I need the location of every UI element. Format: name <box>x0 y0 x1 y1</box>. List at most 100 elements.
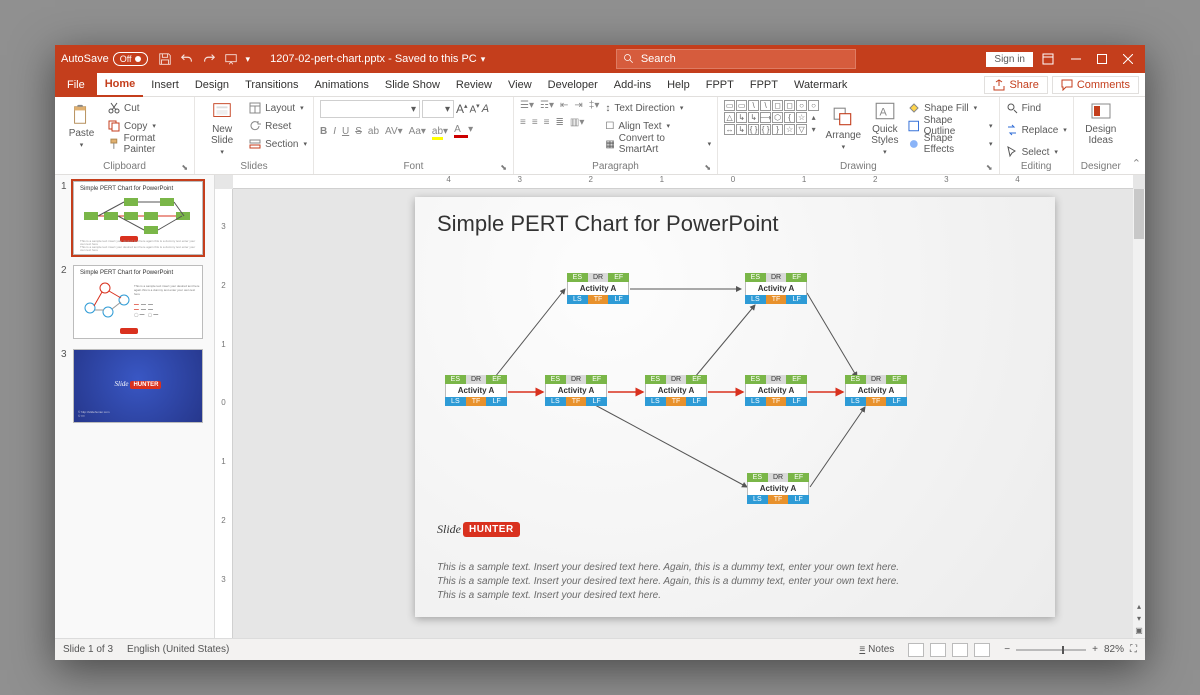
quick-styles-button[interactable]: A Quick Styles▾ <box>868 100 903 156</box>
share-button[interactable]: Share <box>984 76 1047 94</box>
search-box[interactable]: Search <box>616 49 856 69</box>
indent-inc-button[interactable]: ⇥ <box>574 100 582 111</box>
thumbnail-2[interactable]: 2 Simple PERT Chart for PowerPoint This … <box>61 265 208 339</box>
reset-button[interactable]: Reset <box>249 118 307 134</box>
comments-button[interactable]: Comments <box>1052 76 1139 94</box>
qa-more-icon[interactable]: ▾ <box>246 54 251 65</box>
tab-review[interactable]: Review <box>448 73 500 97</box>
layout-button[interactable]: Layout▾ <box>249 100 307 116</box>
shape-outline-button[interactable]: Shape Outline▾ <box>908 118 992 134</box>
tab-help[interactable]: Help <box>659 73 698 97</box>
thumbnail-3[interactable]: 3 Slide HUNTER © http://slidehunter.com©… <box>61 349 208 423</box>
sample-text[interactable]: This is a sample text. Insert your desir… <box>437 561 1033 603</box>
pert-node[interactable]: ESDREFActivity ALSTFLF <box>545 375 607 406</box>
align-text-button[interactable]: ☐Align Text▾ <box>605 118 711 134</box>
strike-button[interactable]: S <box>355 126 362 137</box>
shrink-font-button[interactable]: A▾ <box>470 102 480 115</box>
collapse-ribbon-button[interactable]: ⌃ <box>1128 97 1145 174</box>
language[interactable]: English (United States) <box>127 644 229 655</box>
pert-node[interactable]: ESDREFActivity ALSTFLF <box>445 375 507 406</box>
tab-home[interactable]: Home <box>97 73 144 97</box>
copy-button[interactable]: Copy▾ <box>108 118 188 134</box>
spacing-button[interactable]: AV▾ <box>385 126 403 137</box>
design-ideas-button[interactable]: Design Ideas <box>1080 100 1122 146</box>
pert-node[interactable]: ESDREFActivity ALSTFLF <box>567 273 629 304</box>
zoom-value[interactable]: 82% <box>1104 644 1124 655</box>
slide-canvas[interactable]: Simple PERT Chart for PowerPoint <box>415 197 1055 617</box>
cut-button[interactable]: Cut <box>108 100 188 116</box>
normal-view-button[interactable] <box>908 643 924 657</box>
tab-view[interactable]: View <box>500 73 540 97</box>
notes-button[interactable]: ≡Notes <box>859 644 894 655</box>
tab-watermark[interactable]: Watermark <box>786 73 855 97</box>
italic-button[interactable]: I <box>333 126 336 137</box>
align-left-button[interactable]: ≡ <box>520 117 526 128</box>
indent-dec-button[interactable]: ⇤ <box>560 100 568 111</box>
tab-design[interactable]: Design <box>187 73 237 97</box>
text-direction-button[interactable]: ↕Text Direction▾ <box>605 100 711 116</box>
slideshow-view-button[interactable] <box>974 643 990 657</box>
tab-addins[interactable]: Add-ins <box>606 73 659 97</box>
align-right-button[interactable]: ≡ <box>544 117 550 128</box>
highlight-button[interactable]: ab▾ <box>432 126 448 137</box>
bold-button[interactable]: B <box>320 126 327 137</box>
zoom-out-button[interactable]: − <box>1004 644 1010 655</box>
shapes-gallery[interactable]: ▭▭\\◻◻○○ △↳↳⟶⬡{☆▴ ↔↳{ }{ }}☆▽▾ <box>724 100 819 156</box>
minimize-button[interactable] <box>1071 54 1081 64</box>
tab-fppt1[interactable]: FPPT <box>698 73 742 97</box>
align-center-button[interactable]: ≡ <box>532 117 538 128</box>
start-slideshow-icon[interactable] <box>224 52 238 66</box>
zoom-in-button[interactable]: + <box>1092 644 1098 655</box>
undo-icon[interactable] <box>180 52 194 66</box>
tab-slideshow[interactable]: Slide Show <box>377 73 448 97</box>
pert-node[interactable]: ESDREFActivity ALSTFLF <box>845 375 907 406</box>
slide-count[interactable]: Slide 1 of 3 <box>63 644 113 655</box>
tab-file[interactable]: File <box>55 73 97 97</box>
underline-button[interactable]: U <box>342 126 349 137</box>
pert-node[interactable]: ESDREFActivity ALSTFLF <box>745 273 807 304</box>
pert-node[interactable]: ESDREFActivity ALSTFLF <box>645 375 707 406</box>
shape-fill-button[interactable]: Shape Fill▾ <box>908 100 992 116</box>
tab-fppt2[interactable]: FPPT <box>742 73 786 97</box>
font-size-select[interactable]: ▾ <box>422 100 454 118</box>
format-painter-button[interactable]: Format Painter <box>108 136 188 152</box>
clear-format-button[interactable]: A <box>482 103 489 115</box>
zoom-slider[interactable] <box>1016 649 1086 651</box>
find-button[interactable]: Find <box>1006 100 1067 116</box>
arrange-button[interactable]: Arrange▾ <box>825 100 861 156</box>
line-spacing-button[interactable]: ‡▾ <box>589 100 600 111</box>
sign-in-button[interactable]: Sign in <box>986 52 1033 67</box>
save-icon[interactable] <box>158 52 172 66</box>
convert-smartart-button[interactable]: ▦Convert to SmartArt▾ <box>605 136 711 152</box>
paste-button[interactable]: Paste▾ <box>61 100 102 152</box>
ribbon-display-icon[interactable] <box>1041 52 1055 66</box>
redo-icon[interactable] <box>202 52 216 66</box>
thumbnail-1[interactable]: 1 Simple PERT Chart for PowerPoint <box>61 181 208 255</box>
section-button[interactable]: Section▾ <box>249 136 307 152</box>
shape-effects-button[interactable]: Shape Effects▾ <box>908 136 992 152</box>
tab-animations[interactable]: Animations <box>306 73 376 97</box>
grow-font-button[interactable]: A▴ <box>456 102 468 116</box>
sorter-view-button[interactable] <box>930 643 946 657</box>
bullets-button[interactable]: ☰▾ <box>520 100 534 111</box>
pert-node[interactable]: ESDREFActivity ALSTFLF <box>747 473 809 504</box>
maximize-button[interactable] <box>1097 54 1107 64</box>
select-button[interactable]: Select▾ <box>1006 144 1067 160</box>
pert-node[interactable]: ESDREFActivity ALSTFLF <box>745 375 807 406</box>
zoom-control[interactable]: − + 82% ⛶ <box>1004 644 1137 655</box>
font-color-button[interactable]: A▾ <box>454 124 473 138</box>
vertical-scrollbar[interactable]: ▴ ▾ ▣ <box>1133 189 1145 638</box>
fit-button[interactable]: ⛶ <box>1130 644 1137 655</box>
case-button[interactable]: Aa▾ <box>409 126 426 137</box>
tab-transitions[interactable]: Transitions <box>237 73 306 97</box>
numbering-button[interactable]: ☶▾ <box>540 100 554 111</box>
justify-button[interactable]: ≣ <box>556 117 564 128</box>
tab-developer[interactable]: Developer <box>540 73 606 97</box>
reading-view-button[interactable] <box>952 643 968 657</box>
document-title[interactable]: 1207-02-pert-chart.pptx - Saved to this … <box>270 53 485 65</box>
autosave-toggle[interactable]: AutoSave Off <box>61 52 148 66</box>
replace-button[interactable]: Replace▾ <box>1006 122 1067 138</box>
shadow-button[interactable]: ab <box>368 126 379 137</box>
columns-button[interactable]: ▥▾ <box>570 117 584 128</box>
tab-insert[interactable]: Insert <box>143 73 187 97</box>
